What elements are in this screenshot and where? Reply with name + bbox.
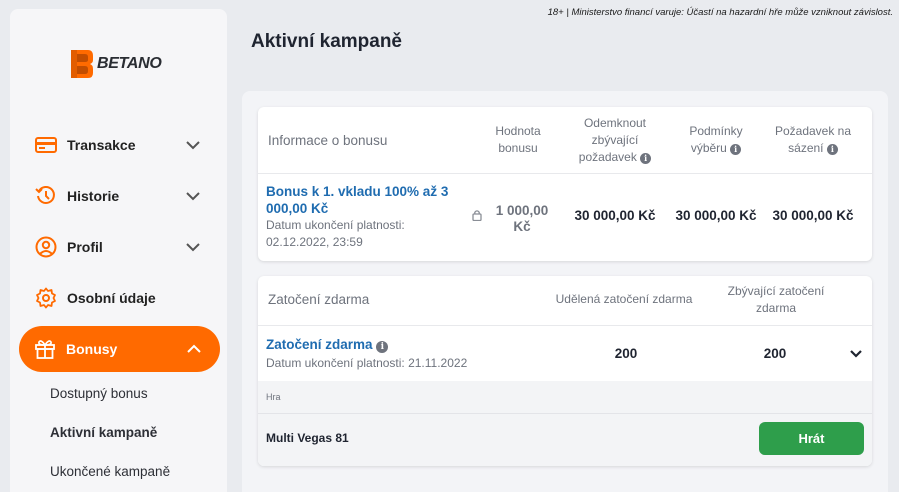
game-label: Hra	[266, 392, 281, 402]
sidebar-item-osobni-udaje[interactable]: Osobní údaje	[20, 275, 219, 321]
bonus-card: Informace o bonusu Hodnota bonusu Odemkn…	[258, 107, 872, 261]
header-free-spins: Zatočení zdarma	[268, 292, 370, 307]
info-icon[interactable]: i	[730, 144, 742, 155]
divider	[258, 173, 872, 174]
page-title: Aktivní kampaně	[251, 31, 402, 52]
divider	[258, 413, 872, 414]
bonus-expiry-date: 02.12.2022, 23:59	[266, 235, 363, 249]
user-icon	[35, 236, 57, 258]
bonus-wager-value: 30 000,00 Kč	[772, 208, 854, 223]
gambling-disclaimer: 18+ | Ministerstvo financí varuje: Účast…	[547, 7, 893, 18]
bonus-conditions-value: 30 000,00 Kč	[675, 208, 757, 223]
header-wager: Požadavek na sázení i	[770, 123, 856, 157]
header-unlock: Odemknout zbývající požadavek i	[571, 115, 659, 166]
credit-card-icon	[35, 134, 57, 156]
lock-icon	[472, 210, 482, 221]
sidebar-item-transakce[interactable]: Transakce	[20, 122, 219, 168]
header-wager-label: Požadavek na sázení	[774, 124, 852, 155]
granted-spins-value: 200	[614, 346, 638, 361]
bonus-expiry-label: Datum ukončení platnosti:	[266, 218, 405, 232]
sidebar-item-label: Historie	[67, 188, 120, 204]
free-spins-link[interactable]: Zatočení zdarma i	[266, 336, 389, 353]
chevron-down-icon	[186, 243, 200, 252]
play-button[interactable]: Hrát	[759, 422, 864, 455]
header-bonus-value: Hodnota bonusu	[495, 124, 541, 155]
bonus-name-link[interactable]: Bonus k 1. vkladu 100% až 3 000,00 Kč	[266, 183, 456, 217]
sidebar-item-profil[interactable]: Profil	[20, 224, 219, 270]
bonus-unlock-value: 30 000,00 Kč	[574, 208, 656, 223]
free-spins-card: Zatočení zdarma Udělená zatočení zdarma …	[258, 276, 872, 466]
content-panel: Informace o bonusu Hodnota bonusu Odemkn…	[242, 91, 888, 492]
divider	[258, 325, 872, 326]
betano-logo-icon	[71, 50, 93, 78]
betano-logo[interactable]: BETANO	[68, 47, 162, 81]
sidebar-item-label: Bonusy	[66, 341, 118, 357]
info-icon[interactable]: i	[640, 153, 652, 164]
chevron-up-icon	[187, 344, 201, 353]
sidebar-item-label: Osobní údaje	[67, 290, 156, 306]
sidebar-item-label: Profil	[67, 239, 103, 255]
header-bonus-info: Informace o bonusu	[268, 133, 388, 148]
header-granted-spins: Udělená zatočení zdarma	[555, 292, 693, 306]
chevron-down-icon[interactable]	[849, 349, 863, 359]
chevron-down-icon	[186, 192, 200, 201]
sidebar-item-label: Transakce	[67, 137, 136, 153]
game-name: Multi Vegas 81	[266, 431, 349, 445]
info-icon[interactable]: i	[826, 144, 838, 155]
gear-icon	[35, 287, 57, 309]
free-spins-expiry: Datum ukončení platnosti: 21.11.2022	[266, 356, 468, 370]
sidebar-item-bonusy[interactable]: Bonusy	[19, 326, 220, 372]
subnav-aktivni-kampane[interactable]: Aktivní kampaně	[50, 425, 157, 440]
free-spins-name: Zatočení zdarma	[266, 337, 373, 352]
subnav-ukoncene-kampane[interactable]: Ukončené kampaně	[50, 464, 170, 479]
remaining-spins-value: 200	[763, 346, 787, 361]
info-icon[interactable]: i	[376, 341, 389, 353]
header-unlock-label: Odemknout zbývající požadavek	[578, 116, 647, 164]
header-conditions: Podmínky výběru i	[681, 123, 751, 157]
header-remaining-spins: Zbývající zatočení zdarma	[727, 284, 825, 315]
chevron-down-icon	[186, 141, 200, 150]
history-icon	[35, 185, 57, 207]
sidebar-item-historie[interactable]: Historie	[20, 173, 219, 219]
logo-text: BETANO	[97, 55, 162, 72]
gift-icon	[34, 338, 56, 360]
bonus-value: 1 000,00 Kč	[495, 203, 549, 234]
subnav-dostupny-bonus[interactable]: Dostupný bonus	[50, 386, 148, 401]
sidebar: BETANO Transakce Historie Profil Osobní …	[10, 9, 227, 492]
